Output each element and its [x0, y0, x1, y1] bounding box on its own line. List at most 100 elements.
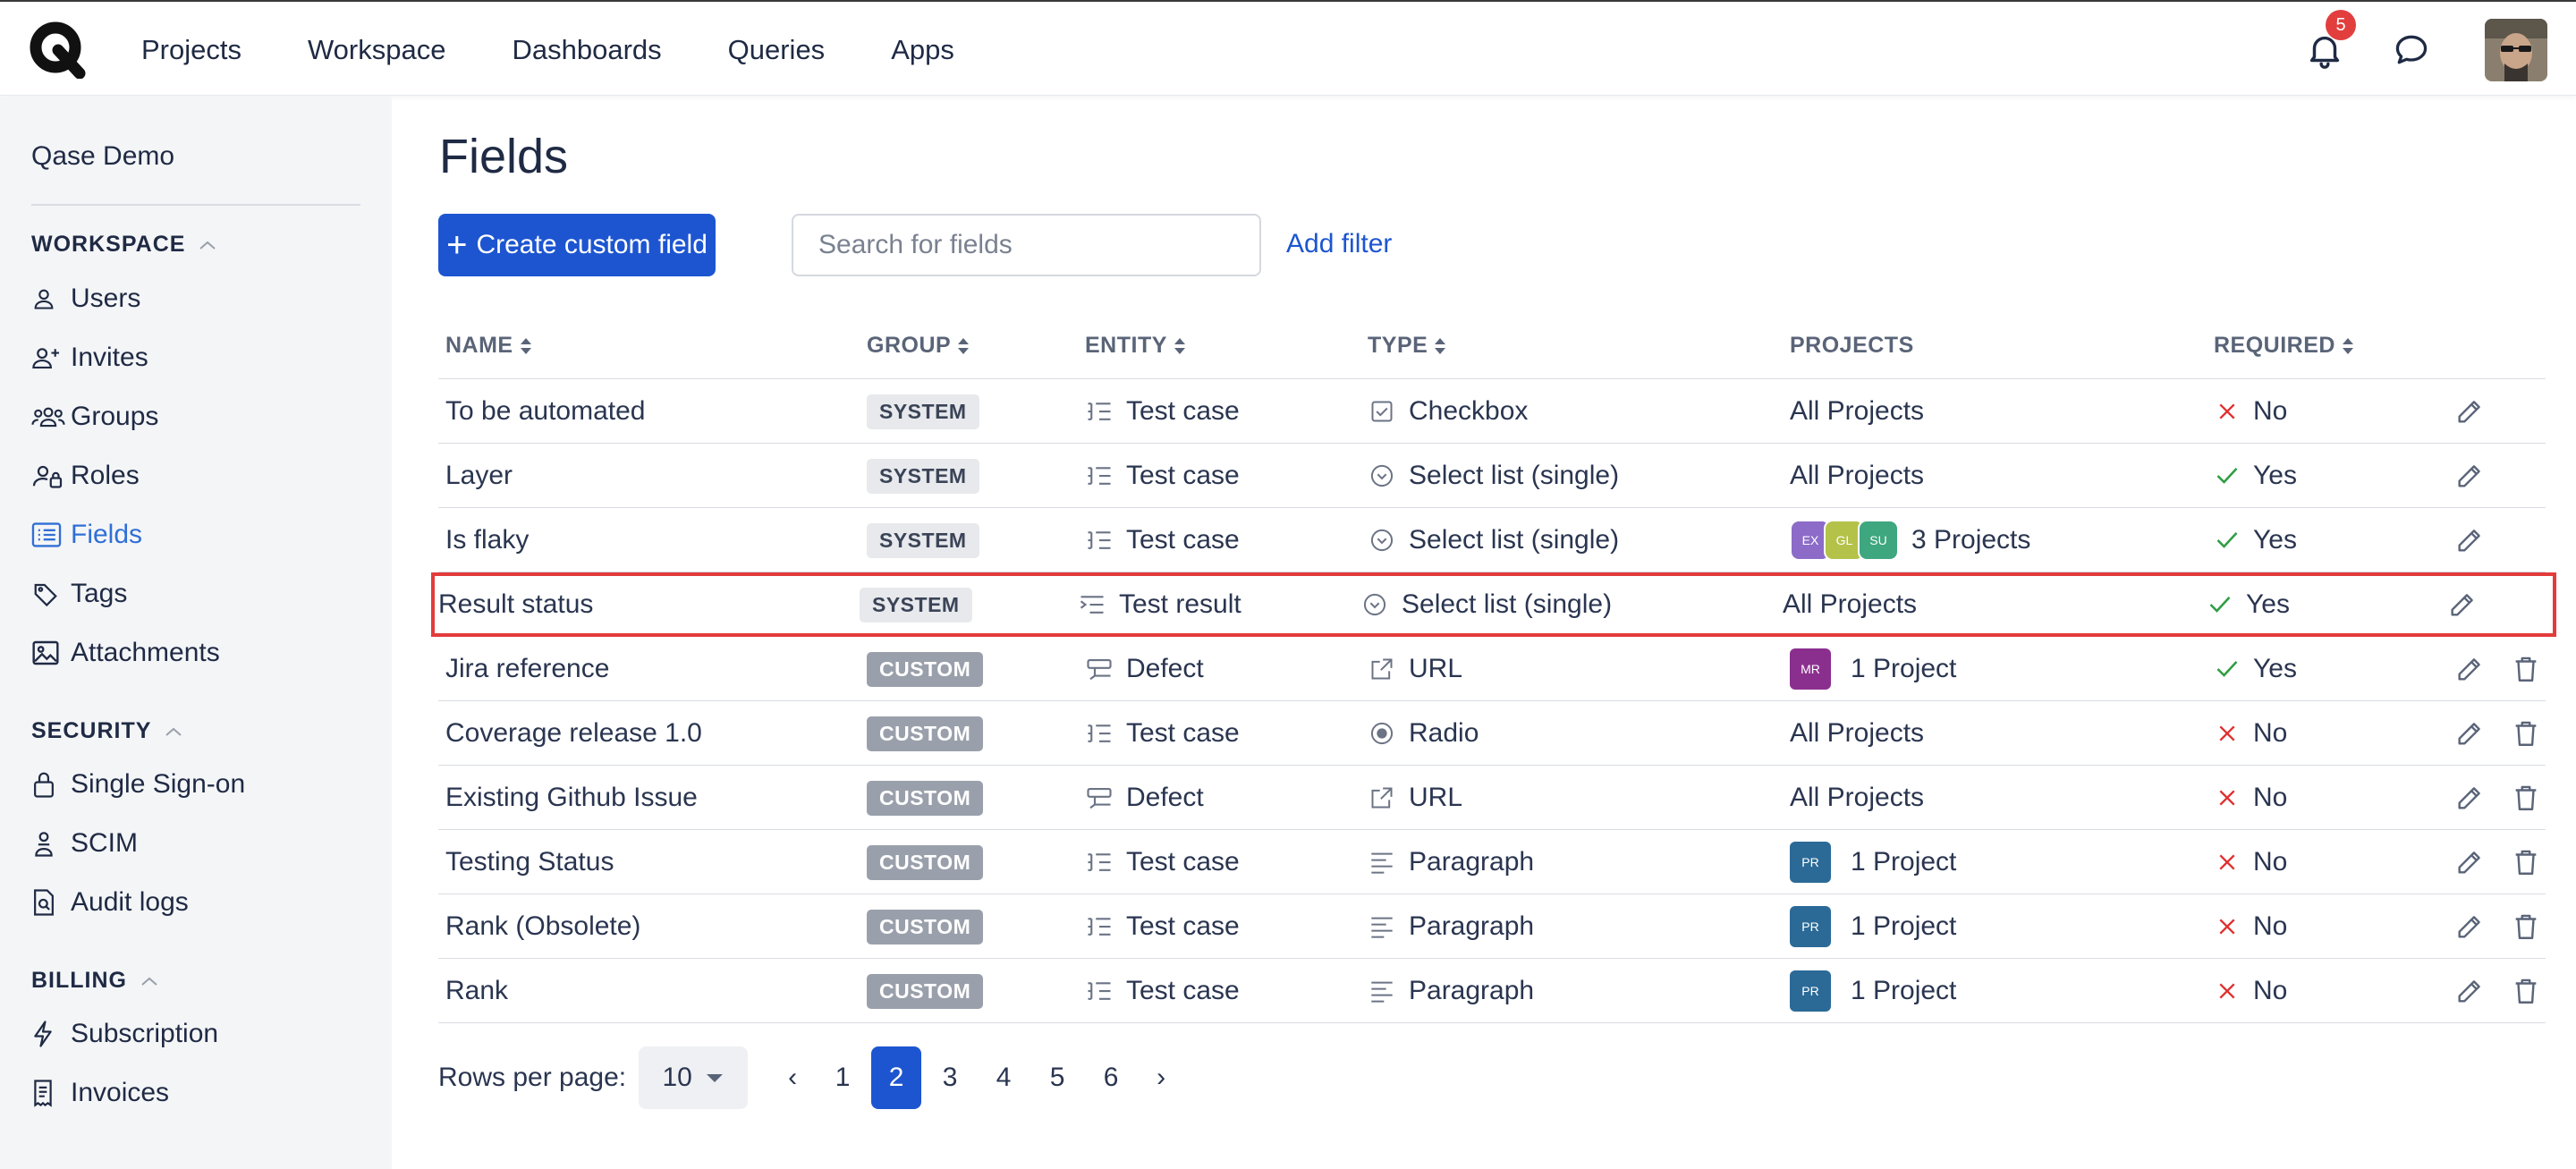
next-page-button[interactable]: › [1140, 1046, 1182, 1109]
page-button[interactable]: 3 [925, 1046, 975, 1109]
edit-button[interactable] [2454, 783, 2485, 813]
delete-button[interactable] [2511, 654, 2541, 684]
delete-button[interactable] [2511, 911, 2541, 942]
sidebar-item-roles[interactable]: Roles [31, 458, 140, 494]
create-custom-field-label: Create custom field [476, 230, 708, 259]
search-fields-input[interactable] [792, 214, 1261, 276]
sidebar-item-tags[interactable]: Tags [31, 576, 127, 612]
pencil-icon [2454, 465, 2485, 495]
table-row[interactable]: Coverage release 1.0 CUSTOM Test case Radio… [438, 701, 2546, 766]
edit-button[interactable] [2454, 847, 2485, 877]
delete-button[interactable] [2511, 718, 2541, 749]
type-label: Paragraph [1409, 976, 1535, 1005]
edit-button[interactable] [2454, 461, 2485, 491]
delete-button[interactable] [2511, 976, 2541, 1006]
edit-button[interactable] [2454, 718, 2485, 749]
workspace-name[interactable]: Qase Demo [31, 141, 174, 172]
notifications-button[interactable]: 5 [2304, 9, 2356, 71]
sidebar-item-subscription[interactable]: Subscription [31, 1016, 218, 1052]
sidebar-item-groups[interactable]: Groups [31, 399, 158, 435]
table-row[interactable]: Jira reference CUSTOM Defect URL MR 1 Project… [438, 637, 2546, 701]
pencil-icon [2454, 980, 2485, 1010]
edit-button[interactable] [2454, 525, 2485, 555]
chevron-up-icon [141, 977, 157, 986]
page-button[interactable]: 6 [1086, 1046, 1136, 1109]
group-badge: CUSTOM [867, 780, 984, 816]
sidebar-item-sso[interactable]: Single Sign-on [31, 767, 245, 802]
chat-button[interactable] [2392, 30, 2431, 70]
projects-label: All Projects [1790, 783, 1925, 812]
field-name[interactable]: To be automated [445, 379, 646, 444]
sidebar-item-audit-logs[interactable]: Audit logs [31, 885, 189, 920]
delete-button[interactable] [2511, 847, 2541, 877]
column-header-group[interactable]: GROUP [867, 333, 970, 359]
column-header-required[interactable]: REQUIRED [2214, 333, 2355, 359]
required-label: No [2253, 976, 2288, 1005]
create-custom-field-button[interactable]: + Create custom field [438, 214, 716, 276]
column-header-name[interactable]: NAME [445, 333, 533, 359]
page-button[interactable]: 2 [871, 1046, 922, 1109]
prev-page-button[interactable]: ‹ [771, 1046, 814, 1109]
field-group: CUSTOM [867, 894, 984, 959]
sidebar-item-scim[interactable]: SCIM [31, 826, 138, 861]
edit-button[interactable] [2454, 976, 2485, 1006]
required-label: No [2253, 783, 2288, 812]
table-row[interactable]: Result status SYSTEM Test result Select lis… [431, 572, 2556, 637]
field-projects: PR 1 Project [1790, 830, 1956, 894]
field-name[interactable]: Rank [445, 959, 508, 1023]
column-header-type[interactable]: TYPE [1368, 333, 1447, 359]
field-group: CUSTOM [867, 766, 984, 830]
add-filter-link[interactable]: Add filter [1286, 229, 1392, 259]
edit-button[interactable] [2447, 589, 2478, 620]
table-row[interactable]: Testing Status CUSTOM Test case Paragraph PR… [438, 830, 2546, 894]
sidebar-item-label: Users [71, 284, 141, 313]
nav-apps[interactable]: Apps [891, 34, 954, 66]
table-row[interactable]: Existing Github Issue CUSTOM Defect URL All … [438, 766, 2546, 830]
entity-label: Test case [1126, 976, 1240, 1005]
field-name[interactable]: Testing Status [445, 830, 614, 894]
edit-button[interactable] [2454, 911, 2485, 942]
nav-projects[interactable]: Projects [141, 34, 242, 66]
sidebar-item-invoices[interactable]: Invoices [31, 1075, 169, 1111]
nav-dashboards[interactable]: Dashboards [512, 34, 661, 66]
field-name[interactable]: Existing Github Issue [445, 766, 698, 830]
field-name[interactable]: Rank (Obsolete) [445, 894, 640, 959]
field-entity: Test case [1085, 444, 1240, 508]
sidebar-item-invites[interactable]: Invites [31, 340, 148, 376]
sidebar-item-fields[interactable]: Fields [31, 517, 142, 553]
field-name[interactable]: Result status [438, 572, 593, 637]
entity-label: Test case [1126, 396, 1240, 426]
field-name[interactable]: Jira reference [445, 637, 609, 701]
user-avatar[interactable] [2485, 18, 2547, 81]
nav-workspace[interactable]: Workspace [308, 34, 446, 66]
sidebar-item-users[interactable]: Users [31, 281, 140, 317]
field-type: Select list (single) [1360, 572, 1612, 637]
qase-logo[interactable] [28, 20, 87, 80]
delete-button[interactable] [2511, 783, 2541, 813]
page-button[interactable]: 1 [818, 1046, 868, 1109]
field-name[interactable]: Coverage release 1.0 [445, 701, 702, 766]
table-row[interactable]: Is flaky SYSTEM Test case Select list (sing… [438, 508, 2546, 572]
field-name[interactable]: Layer [445, 444, 513, 508]
sidebar-item-label: Single Sign-on [71, 769, 246, 799]
sidebar-item-attachments[interactable]: Attachments [31, 635, 220, 671]
table-row[interactable]: Rank (Obsolete) CUSTOM Test case Paragraph P… [438, 894, 2546, 959]
table-row[interactable]: To be automated SYSTEM Test case Checkbox Al… [438, 379, 2546, 444]
trash-icon [2511, 978, 2541, 1010]
cross-icon [2214, 978, 2241, 1004]
edit-button[interactable] [2454, 654, 2485, 684]
edit-button[interactable] [2454, 396, 2485, 427]
column-header-entity[interactable]: ENTITY [1085, 333, 1187, 359]
rows-per-page-select[interactable]: 10 [639, 1046, 749, 1109]
field-name[interactable]: Is flaky [445, 508, 529, 572]
section-billing[interactable]: BILLING [31, 968, 159, 994]
section-workspace[interactable]: WORKSPACE [31, 232, 217, 258]
table-row[interactable]: Rank CUSTOM Test case Paragraph PR 1 Project N… [438, 959, 2546, 1023]
nav-queries[interactable]: Queries [728, 34, 826, 66]
type-label: URL [1409, 654, 1463, 683]
page-button[interactable]: 5 [1032, 1046, 1082, 1109]
sidebar-item-label: Groups [71, 402, 159, 431]
table-row[interactable]: Layer SYSTEM Test case Select list (single)… [438, 444, 2546, 508]
page-button[interactable]: 4 [979, 1046, 1029, 1109]
section-security[interactable]: SECURITY [31, 718, 183, 744]
